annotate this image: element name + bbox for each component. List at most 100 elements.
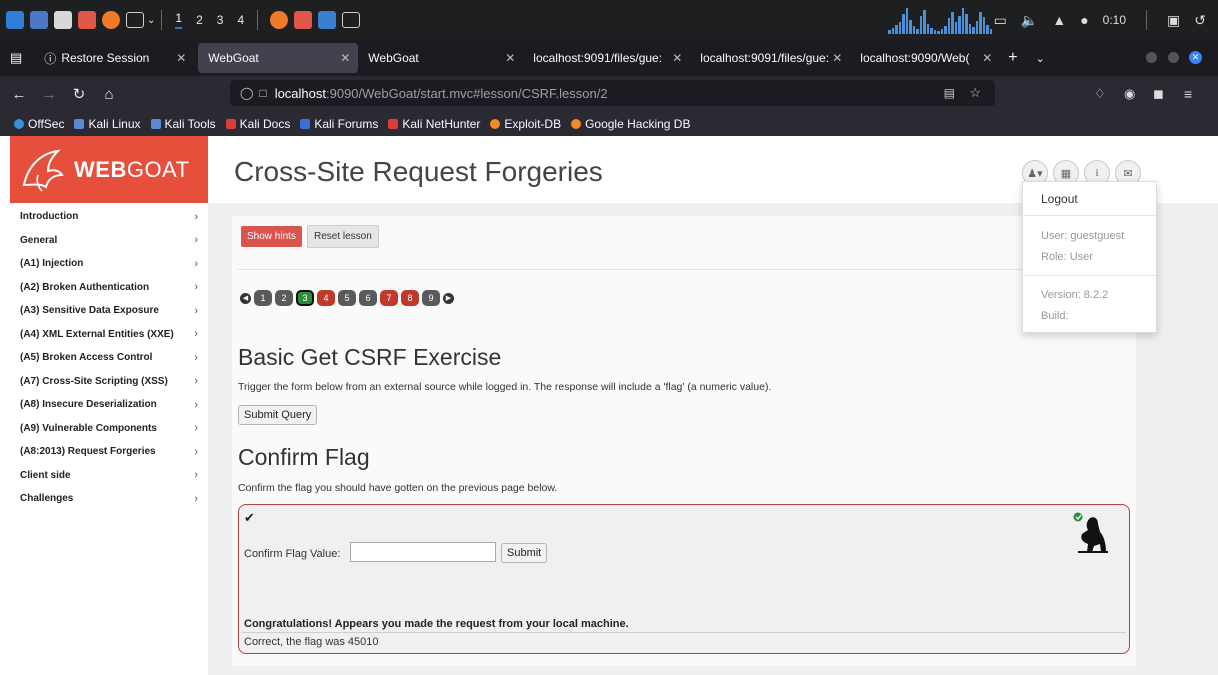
list-all-tabs-icon[interactable]: ⌄ <box>1036 52 1045 65</box>
close-tab-icon[interactable]: ✕ <box>982 51 992 65</box>
forward-icon[interactable]: → <box>38 86 60 103</box>
close-window-icon[interactable]: ✕ <box>1189 51 1202 64</box>
chevron-down-icon[interactable]: ⌄ <box>147 15 155 26</box>
menu-item-broken-authentication[interactable]: (A2) Broken Authentication › <box>10 276 208 300</box>
step-2[interactable]: 2 <box>275 290 293 306</box>
text-editor-icon[interactable] <box>78 11 96 29</box>
new-tab-icon[interactable]: + <box>1008 49 1017 67</box>
reset-lesson-button[interactable]: Reset lesson <box>307 225 379 248</box>
step-8[interactable]: 8 <box>401 290 419 306</box>
step-4[interactable]: 4 <box>317 290 335 306</box>
bookmarks-toolbar: OffSec Kali Linux Kali Tools Kali Docs K… <box>0 112 1218 136</box>
chevron-right-icon: › <box>194 257 198 270</box>
menu-item-insecure-deserialization[interactable]: (A8) Insecure Deserialization › <box>10 393 208 417</box>
close-tab-icon[interactable]: ✕ <box>672 51 682 65</box>
account-icon[interactable]: ◉ <box>1124 86 1135 102</box>
next-page-icon[interactable]: ▶ <box>443 292 454 304</box>
menu-item-xss[interactable]: (A7) Cross-Site Scripting (XSS) › <box>10 370 208 394</box>
bookmark-label: Kali NetHunter <box>402 117 481 131</box>
ghdb-icon <box>571 119 582 129</box>
kali-menu-icon[interactable] <box>6 11 24 29</box>
menu-item-broken-access-control[interactable]: (A5) Broken Access Control › <box>10 346 208 370</box>
power-status-icon[interactable]: ● <box>1080 12 1088 28</box>
bookmark-star-icon[interactable]: ☆ <box>969 85 981 101</box>
workspace-3[interactable]: 3 <box>217 13 224 27</box>
cpu-graph-bar <box>989 29 992 34</box>
menu-item-vulnerable-components[interactable]: (A9) Vulnerable Components › <box>10 417 208 441</box>
workspace-4[interactable]: 4 <box>237 13 244 27</box>
menu-item-challenges[interactable]: Challenges › <box>10 487 208 511</box>
show-desktop-icon[interactable] <box>30 11 48 29</box>
minimize-window-icon[interactable] <box>1146 52 1157 63</box>
close-tab-icon[interactable]: ✕ <box>832 51 842 65</box>
tab-webgoat[interactable]: WebGoat ✕ <box>358 43 523 73</box>
close-tab-icon[interactable]: ✕ <box>505 51 515 65</box>
firefox-window-icon[interactable] <box>270 11 289 29</box>
tab-localhost-9090[interactable]: localhost:9090/Web( ✕ <box>850 43 1000 73</box>
tab-localhost-9091-b[interactable]: localhost:9091/files/gue: ✕ <box>690 43 850 73</box>
maximize-window-icon[interactable] <box>1168 52 1179 63</box>
menu-item-sensitive-data-exposure[interactable]: (A3) Sensitive Data Exposure › <box>10 299 208 323</box>
reader-view-icon[interactable]: ▤ <box>944 86 955 100</box>
terminal-window-icon[interactable] <box>342 12 361 28</box>
terminal-icon[interactable] <box>126 12 144 28</box>
workspace-1[interactable]: 1 <box>175 11 183 29</box>
bookmark-label: Kali Docs <box>239 117 291 131</box>
bookmark-kali-forums[interactable]: Kali Forums <box>300 117 378 131</box>
file-manager-icon[interactable] <box>54 11 72 29</box>
extensions-icon[interactable]: ◼ <box>1153 86 1164 102</box>
show-hints-button[interactable]: Show hints <box>241 226 302 247</box>
bookmark-kali-linux[interactable]: Kali Linux <box>74 117 141 131</box>
submit-query-button[interactable]: Submit Query <box>238 405 318 425</box>
step-7[interactable]: 7 <box>380 290 398 306</box>
menu-item-introduction[interactable]: Introduction › <box>10 205 208 229</box>
notification-bell-icon[interactable]: ▲ <box>1052 12 1066 28</box>
workspace-2[interactable]: 2 <box>196 13 203 27</box>
tab-label: WebGoat <box>368 51 419 65</box>
bookmark-kali-docs[interactable]: Kali Docs <box>225 117 291 131</box>
logout-menu-item[interactable]: Logout <box>1041 192 1078 206</box>
close-tab-icon[interactable]: ✕ <box>340 51 350 65</box>
step-5[interactable]: 5 <box>338 290 356 306</box>
cpu-graph-bar <box>888 30 891 34</box>
display-icon[interactable]: ▭ <box>994 12 1007 29</box>
menu-item-xxe[interactable]: (A4) XML External Entities (XXE) › <box>10 323 208 347</box>
bookmark-google-hacking-db[interactable]: Google Hacking DB <box>571 117 690 131</box>
url-bar[interactable]: ◯ □ localhost:9090/WebGoat/start.mvc#les… <box>230 80 995 106</box>
bookmark-kali-tools[interactable]: Kali Tools <box>150 117 216 131</box>
home-icon[interactable]: ⌂ <box>98 86 120 103</box>
hamburger-menu-icon[interactable]: ≡ <box>1184 86 1192 102</box>
burp-window-icon[interactable] <box>294 11 313 29</box>
submit-button[interactable]: Submit <box>501 543 548 563</box>
confirm-flag-input[interactable] <box>350 542 496 562</box>
firefox-icon[interactable] <box>102 11 120 29</box>
tracking-shield-icon[interactable]: ◯ <box>240 86 253 100</box>
tab-localhost-9091-a[interactable]: localhost:9091/files/gue: ✕ <box>523 43 690 73</box>
back-icon[interactable]: ← <box>8 86 30 103</box>
step-3-current[interactable]: 3 <box>296 290 314 306</box>
user-icon: ♟▾ <box>1027 167 1043 180</box>
menu-item-general[interactable]: General › <box>10 229 208 253</box>
tab-list-icon[interactable]: ▤ <box>10 50 22 66</box>
webgoat-logo[interactable]: WEBGOAT <box>10 136 208 203</box>
menu-item-request-forgeries[interactable]: (A8:2013) Request Forgeries › <box>10 440 208 464</box>
kali-window-icon[interactable] <box>318 11 337 29</box>
bookmark-kali-nethunter[interactable]: Kali NetHunter <box>388 117 480 131</box>
close-tab-icon[interactable]: ✕ <box>176 51 186 65</box>
tab-restore-session[interactable]: ⓘ Restore Session ✕ <box>34 43 194 73</box>
previous-page-icon[interactable]: ◀ <box>240 292 251 304</box>
bookmark-offsec[interactable]: OffSec <box>14 117 64 131</box>
pocket-icon[interactable]: ♢ <box>1094 86 1106 102</box>
lock-icon[interactable]: ▣ <box>1167 12 1180 29</box>
volume-icon[interactable]: 🔈 <box>1021 12 1038 29</box>
logout-icon[interactable]: ↺ <box>1194 12 1206 29</box>
bookmark-exploit-db[interactable]: Exploit-DB <box>490 117 561 131</box>
step-1[interactable]: 1 <box>254 290 272 306</box>
menu-item-client-side[interactable]: Client side › <box>10 464 208 488</box>
page-info-icon[interactable]: □ <box>259 86 266 100</box>
step-6[interactable]: 6 <box>359 290 377 306</box>
tab-webgoat-active[interactable]: WebGoat ✕ <box>198 43 359 73</box>
reload-icon[interactable]: ↻ <box>68 85 90 103</box>
step-9[interactable]: 9 <box>422 290 440 306</box>
menu-item-injection[interactable]: (A1) Injection › <box>10 252 208 276</box>
